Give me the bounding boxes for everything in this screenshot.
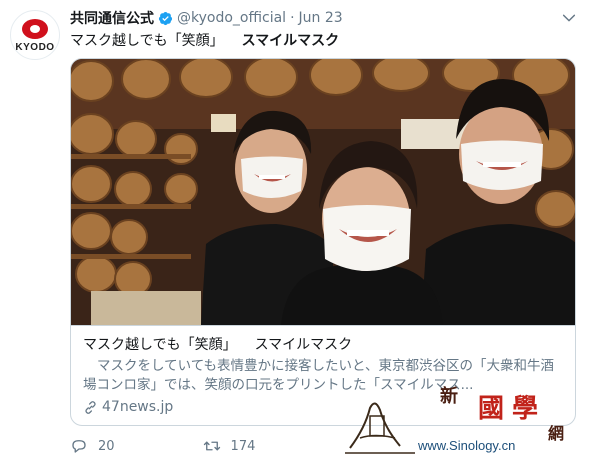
card-link[interactable]: 47news.jp xyxy=(83,399,565,415)
reply-button[interactable]: 20 xyxy=(70,437,115,455)
retweet-button[interactable]: 174 xyxy=(203,437,256,455)
card-title: マスク越しでも「笑顔」 スマイルマスク xyxy=(83,334,565,354)
avatar-brand-text: KYODO xyxy=(15,42,55,53)
reply-count: 20 xyxy=(98,438,115,454)
header-separator: · xyxy=(290,10,295,26)
retweet-count: 174 xyxy=(230,438,256,454)
chevron-down-icon[interactable] xyxy=(561,10,577,26)
tweet-date[interactable]: Jun 23 xyxy=(299,10,343,26)
reply-icon xyxy=(72,440,86,453)
card-title-part1: マスク越しでも「笑顔」 xyxy=(83,337,237,353)
kyodo-logo-icon xyxy=(22,19,48,39)
card-domain: 47news.jp xyxy=(102,399,174,415)
display-name[interactable]: 共同通信公式 xyxy=(70,8,154,28)
tweet-actions: 20 174 xyxy=(70,436,343,456)
retweet-icon xyxy=(203,441,220,451)
card-description-text: マスクをしていても表情豊かに接客したいと、東京都渋谷区の「大衆和牛酒場コンロ家」… xyxy=(83,358,554,393)
verified-badge-icon xyxy=(158,11,173,25)
tweet-text-part2: スマイルマスク xyxy=(241,33,340,49)
card-photo[interactable] xyxy=(71,59,576,325)
account-handle[interactable]: @kyodo_official xyxy=(177,10,286,26)
account-avatar[interactable]: KYODO xyxy=(10,10,60,60)
tweet-text-part1: マスク越しでも「笑顔」 xyxy=(70,33,224,49)
link-preview-card[interactable]: マスク越しでも「笑顔」 スマイルマスク マスクをしていても表情豊かに接客したいと、… xyxy=(70,58,576,426)
card-info: マスク越しでも「笑顔」 スマイルマスク マスクをしていても表情豊かに接客したいと、… xyxy=(71,325,575,425)
watermark-url: www.Sinology.cn xyxy=(418,438,516,453)
tweet-header: 共同通信公式 @kyodo_official · Jun 23 xyxy=(70,8,555,28)
tweet-text: マスク越しでも「笑顔」 スマイルマスク xyxy=(70,30,339,50)
link-icon xyxy=(85,400,96,414)
card-title-part2: スマイルマスク xyxy=(254,337,353,353)
card-description: マスクをしていても表情豊かに接客したいと、東京都渋谷区の「大衆和牛酒場コンロ家」… xyxy=(83,357,565,395)
